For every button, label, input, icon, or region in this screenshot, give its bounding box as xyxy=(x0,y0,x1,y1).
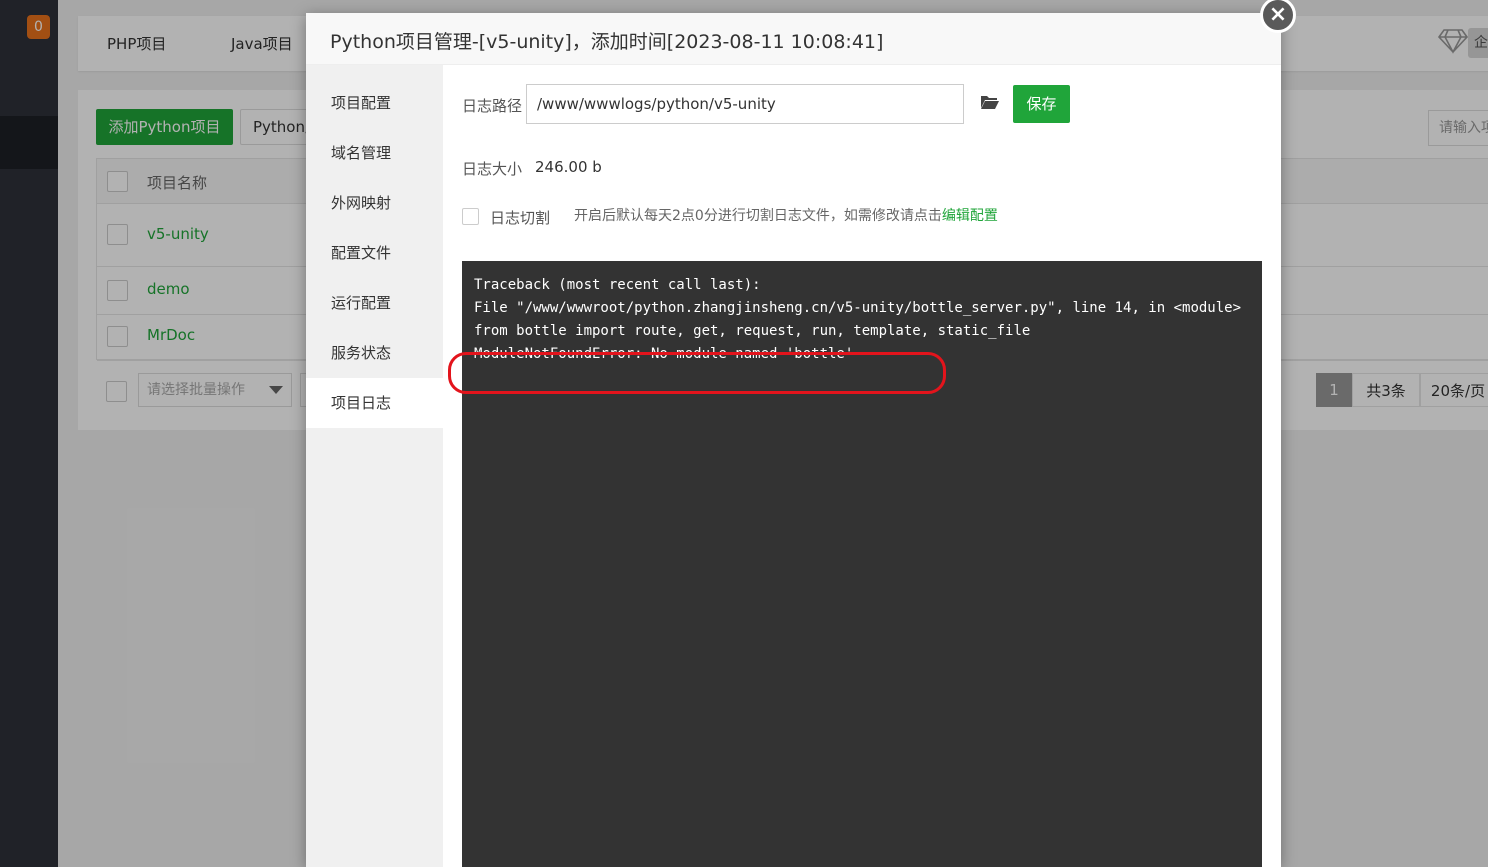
log-line: from bottle import route, get, request, … xyxy=(474,323,1031,339)
modal-title: Python项目管理-[v5-unity]，添加时间[2023-08-11 10… xyxy=(330,31,884,53)
log-size-value: 246.00 b xyxy=(535,158,602,176)
log-size-label: 日志大小 xyxy=(462,160,523,178)
save-button[interactable]: 保存 xyxy=(1013,85,1070,123)
modal-menu: 项目配置 域名管理 外网映射 配置文件 运行配置 服务状态 项目日志 xyxy=(306,65,443,867)
menu-item-domain[interactable]: 域名管理 xyxy=(306,128,443,178)
menu-item-external-mapping[interactable]: 外网映射 xyxy=(306,178,443,228)
log-cut-hint-text: 开启后默认每天2点0分进行切割日志文件，如需修改请点击 xyxy=(574,208,942,224)
log-cut-hint: 开启后默认每天2点0分进行切割日志文件，如需修改请点击编辑配置 xyxy=(574,205,998,225)
log-output: Traceback (most recent call last): File … xyxy=(462,261,1262,867)
log-line: ModuleNotFoundError: No module named 'bo… xyxy=(474,346,854,362)
log-path-input[interactable]: /www/wwwlogs/python/v5-unity xyxy=(526,84,964,124)
menu-item-run-config[interactable]: 运行配置 xyxy=(306,278,443,328)
log-cut-label: 日志切割 xyxy=(490,209,551,227)
log-content: 日志路径 /www/wwwlogs/python/v5-unity 保存 日志大… xyxy=(443,65,1281,867)
modal-header: Python项目管理-[v5-unity]，添加时间[2023-08-11 10… xyxy=(306,13,1281,65)
edit-config-link[interactable]: 编辑配置 xyxy=(942,208,998,224)
menu-item-config-file[interactable]: 配置文件 xyxy=(306,228,443,278)
log-path-label: 日志路径 xyxy=(462,97,523,115)
menu-item-service-status[interactable]: 服务状态 xyxy=(306,328,443,378)
log-line: Traceback (most recent call last): xyxy=(474,277,761,293)
project-manage-modal: Python项目管理-[v5-unity]，添加时间[2023-08-11 10… xyxy=(306,13,1281,867)
log-cut-checkbox[interactable] xyxy=(462,208,479,225)
folder-icon[interactable] xyxy=(981,95,999,109)
menu-item-project-log[interactable]: 项目日志 xyxy=(306,378,443,428)
menu-item-project-config[interactable]: 项目配置 xyxy=(306,78,443,128)
log-line: File "/www/wwwroot/python.zhangjinsheng.… xyxy=(474,300,1242,316)
